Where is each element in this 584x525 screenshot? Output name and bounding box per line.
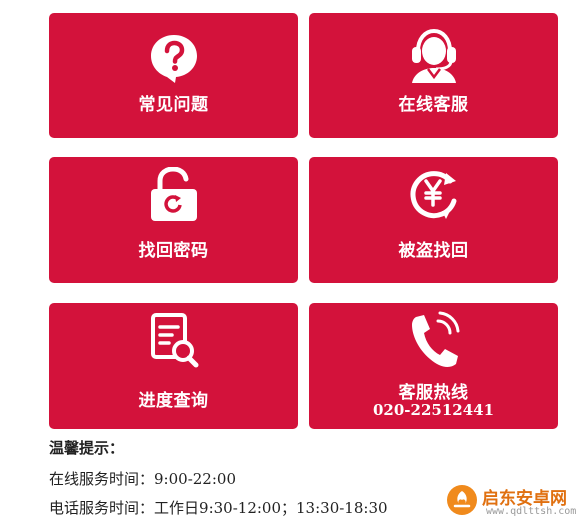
headset-agent-icon [411, 28, 456, 83]
progress-query-tile[interactable]: 进度查询 [49, 303, 298, 429]
notice-title: 温馨提示： [49, 439, 125, 457]
phone-hours: 电话服务时间：工作日9:30-12:00；13:30-18:30 [49, 497, 388, 518]
recover-password-label: 找回密码 [138, 241, 209, 261]
phone-ringing-icon [411, 311, 459, 367]
phone-workday: 工作日 [154, 499, 200, 517]
stolen-recovery-label: 被盗找回 [398, 241, 469, 261]
online-service-tile[interactable]: 在线客服 [309, 13, 558, 138]
document-search-icon [150, 313, 198, 368]
stolen-recovery-tile[interactable]: 被盗找回 [309, 157, 558, 283]
watermark-url: www.qdlttsh.com [486, 506, 577, 517]
watermark: 启东安卓网 www.qdlttsh.com [446, 482, 580, 522]
question-bubble-icon [150, 35, 197, 83]
faq-tile[interactable]: 常见问题 [49, 13, 298, 138]
online-hours-value: 9:00-22:00 [154, 470, 236, 488]
online-hours: 在线服务时间：9:00-22:00 [49, 468, 236, 489]
online-service-label: 在线客服 [398, 95, 469, 115]
padlock-refresh-icon [150, 167, 197, 221]
faq-label: 常见问题 [138, 95, 209, 115]
phone-hours-label: 电话服务时间： [49, 499, 155, 517]
recover-password-tile[interactable]: 找回密码 [49, 157, 298, 283]
hotline-number[interactable]: 020-22512441 [309, 401, 558, 419]
online-hours-label: 在线服务时间： [49, 470, 155, 488]
phone-hours-value: 9:30-12:00；13:30-18:30 [199, 499, 388, 517]
progress-query-label: 进度查询 [138, 391, 209, 411]
watermark-logo-icon [447, 485, 477, 515]
hotline-tile[interactable]: 客服热线 020-22512441 [309, 303, 558, 429]
yuan-recover-icon [410, 171, 456, 219]
hotline-label: 客服热线 [398, 383, 469, 403]
